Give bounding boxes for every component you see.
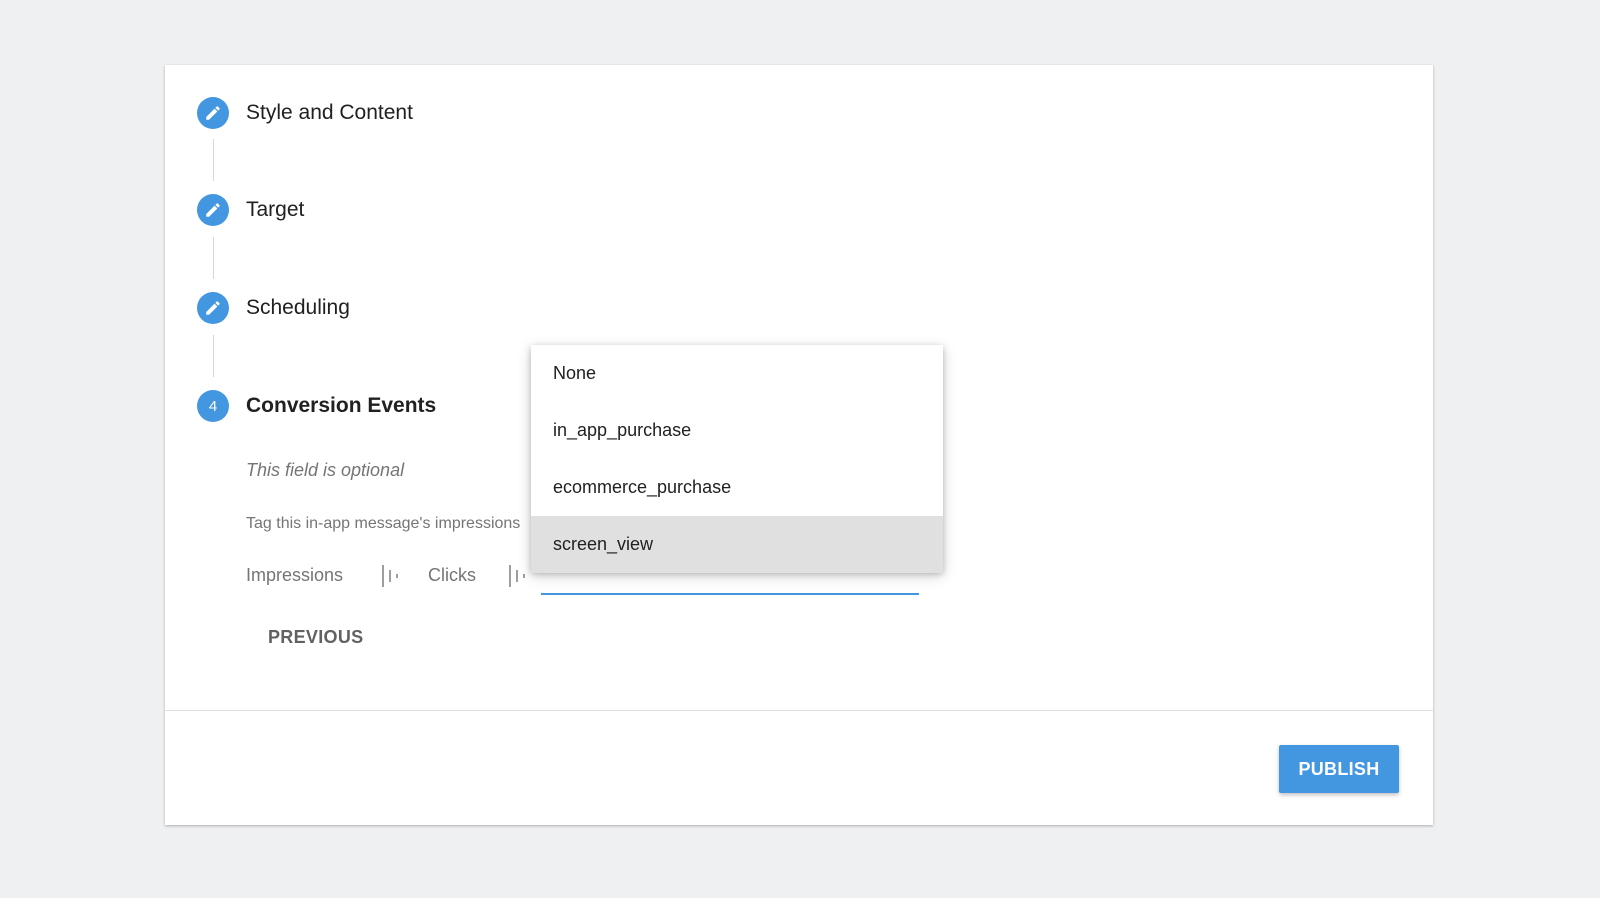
impressions-label: Impressions (246, 565, 344, 585)
pencil-icon (206, 203, 220, 217)
pencil-icon (206, 301, 220, 315)
clicks-label: Clicks (428, 565, 476, 585)
bar-metric-icon (509, 565, 525, 587)
step-4-title: Conversion Events (246, 394, 437, 417)
footer-divider (165, 710, 1433, 711)
dropdown-option-none[interactable]: None (531, 345, 943, 402)
bar-metric-icon (382, 565, 398, 587)
dropdown-option-in-app-purchase[interactable]: in_app_purchase (531, 402, 943, 459)
conversion-description: Tag this in-app message's impressions (246, 515, 521, 532)
step-connector (213, 139, 214, 181)
dropdown-option-screen-view[interactable]: screen_view (531, 516, 943, 573)
step-1-edit-button[interactable] (197, 97, 229, 129)
step-1-title[interactable]: Style and Content (246, 99, 413, 127)
previous-button[interactable]: PREVIOUS (268, 627, 363, 648)
step-3-edit-button[interactable] (197, 292, 229, 324)
step-2-edit-button[interactable] (197, 194, 229, 226)
step-connector (213, 237, 214, 279)
optional-hint: This field is optional (246, 460, 405, 480)
publish-button[interactable]: PUBLISH (1279, 745, 1399, 793)
step-2-title[interactable]: Target (246, 196, 304, 224)
step-4-number-badge: 4 (197, 390, 229, 422)
pencil-icon (206, 106, 220, 120)
step-3-title[interactable]: Scheduling (246, 294, 350, 322)
step-connector (213, 335, 214, 377)
dropdown-option-ecommerce-purchase[interactable]: ecommerce_purchase (531, 459, 943, 516)
conversion-event-dropdown: None in_app_purchase ecommerce_purchase … (531, 345, 943, 573)
